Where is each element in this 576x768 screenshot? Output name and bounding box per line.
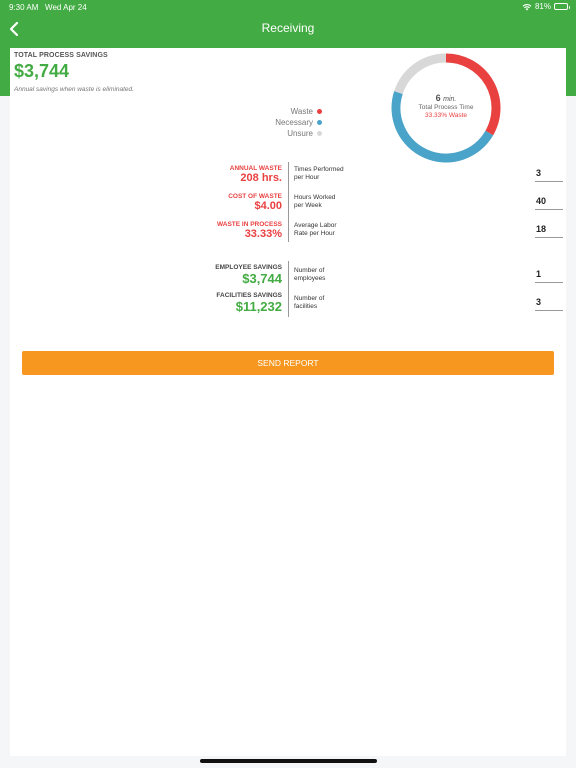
total-savings-label: TOTAL PROCESS SAVINGS xyxy=(14,52,108,59)
legend-dot-necessary xyxy=(317,120,322,125)
hours-worked-label: Hours Worked per Week xyxy=(294,194,336,209)
send-report-button[interactable]: SEND REPORT xyxy=(22,351,554,375)
divider-waste xyxy=(288,162,289,242)
battery-percent: 81% xyxy=(534,2,551,11)
waste-percent-label: 33.33% Waste xyxy=(424,112,468,119)
facilities-label: Number of facilities xyxy=(294,295,325,310)
employees-input[interactable] xyxy=(535,269,563,283)
chart-legend: Waste Necessary Unsure xyxy=(275,106,322,139)
wifi-icon xyxy=(522,3,532,10)
annual-waste-value: 208 hrs. xyxy=(240,172,282,184)
legend-item-unsure: Unsure xyxy=(275,128,322,139)
status-right: 81% xyxy=(522,2,570,11)
status-bar: 9:30 AM Wed Apr 24 81% xyxy=(0,0,576,14)
donut-slice-unsure xyxy=(394,53,447,95)
legend-dot-unsure xyxy=(317,131,322,136)
home-indicator[interactable] xyxy=(200,759,377,763)
legend-item-waste: Waste xyxy=(275,106,322,117)
labor-rate-label: Average Labor Rate per Hour xyxy=(294,222,337,237)
times-performed-input[interactable] xyxy=(535,168,563,182)
total-time-value: 6 min. xyxy=(435,93,457,104)
hours-worked-input[interactable] xyxy=(535,196,563,210)
total-savings-value: $3,744 xyxy=(14,61,70,81)
donut-center-text: 6 min. Total Process Time 33.33% Waste xyxy=(388,94,504,120)
employee-savings-value: $3,744 xyxy=(242,271,282,286)
facilities-savings-label: FACILITIES SAVINGS xyxy=(216,292,282,299)
times-performed-label: Times Performed per Hour xyxy=(294,166,344,181)
waste-in-process-value: 33.33% xyxy=(244,228,282,240)
facilities-savings-value: $11,232 xyxy=(235,299,282,314)
total-time-label: Total Process Time xyxy=(418,104,474,111)
status-time: 9:30 AM Wed Apr 24 xyxy=(9,3,87,12)
nav-bar: Receiving xyxy=(0,14,576,44)
employees-label: Number of employees xyxy=(294,267,326,282)
divider-savings xyxy=(288,261,289,317)
legend-dot-waste xyxy=(317,109,322,114)
waste-in-process-label: WASTE IN PROCESS xyxy=(216,221,282,228)
employee-savings-label: EMPLOYEE SAVINGS xyxy=(215,264,282,271)
labor-rate-input[interactable] xyxy=(535,224,563,238)
cost-of-waste-value: $4.00 xyxy=(254,200,282,212)
page-title: Receiving xyxy=(261,21,315,35)
total-savings-note: Annual savings when waste is eliminated. xyxy=(14,86,134,93)
legend-item-necessary: Necessary xyxy=(275,117,322,128)
battery-icon xyxy=(554,3,570,10)
report-card: TOTAL PROCESS SAVINGS $3,744 Annual savi… xyxy=(10,48,566,756)
facilities-input[interactable] xyxy=(535,297,563,311)
cost-of-waste-label: COST OF WASTE xyxy=(228,193,282,200)
annual-waste-label: ANNUAL WASTE xyxy=(229,165,282,172)
